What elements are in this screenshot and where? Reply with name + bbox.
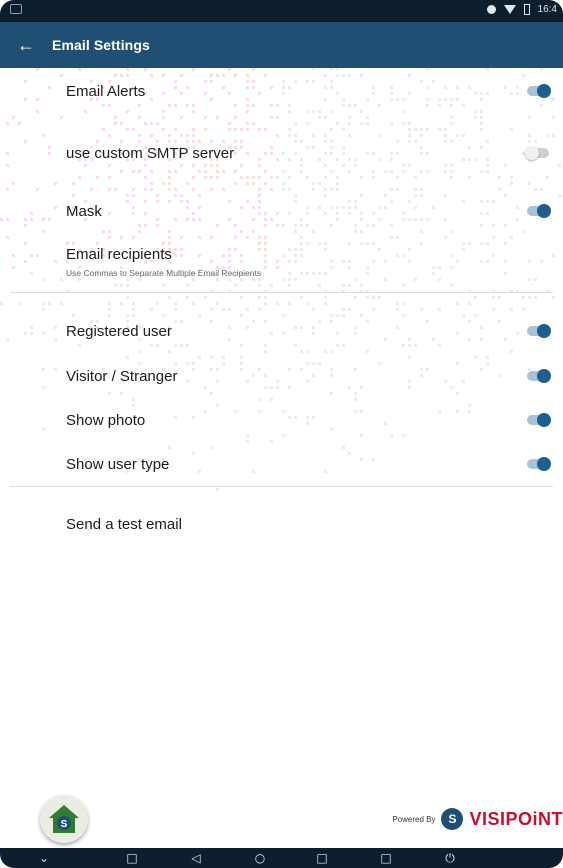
show-user-type-toggle[interactable] bbox=[527, 457, 551, 471]
brand-name: VISIPOiNT bbox=[469, 808, 563, 829]
setting-label: Visitor / Stranger bbox=[66, 367, 178, 385]
setting-visitor-stranger[interactable]: Visitor / Stranger bbox=[0, 357, 563, 395]
setting-label: Show user type bbox=[66, 455, 170, 473]
setting-label: Email Alerts bbox=[66, 82, 146, 100]
setting-label: Mask bbox=[66, 202, 102, 220]
setting-label: Send a test email bbox=[66, 515, 182, 533]
svg-text:S: S bbox=[61, 819, 68, 830]
settings-list: Email Alerts use custom SMTP server Mask… bbox=[0, 68, 563, 848]
recents-nav-icon[interactable]: □ bbox=[312, 850, 332, 866]
system-nav-bar: ⌄ □ ◁ ○ □ □ ⏻ bbox=[0, 848, 563, 868]
setting-email-recipients[interactable]: Email recipients Use Commas to Separate … bbox=[0, 242, 563, 286]
notification-icon bbox=[10, 4, 22, 14]
setting-label: Email recipients bbox=[66, 246, 172, 263]
powered-by-label: Powered By bbox=[392, 814, 436, 824]
setting-email-alerts[interactable]: Email Alerts bbox=[0, 72, 563, 110]
visitor-stranger-toggle[interactable] bbox=[527, 369, 551, 383]
send-test-email-button[interactable]: Send a test email bbox=[0, 505, 563, 543]
setting-hint: Use Commas to Separate Multiple Email Re… bbox=[66, 268, 262, 278]
home-nav-icon[interactable]: ○ bbox=[250, 850, 270, 866]
show-photo-toggle[interactable] bbox=[527, 413, 551, 427]
powered-by: Powered By S VISIPOiNT bbox=[392, 806, 563, 832]
status-time: 16:4 bbox=[537, 4, 557, 15]
arrow-left-icon: ← bbox=[17, 34, 35, 55]
setting-custom-smtp[interactable]: use custom SMTP server bbox=[0, 134, 563, 172]
setting-mask[interactable]: Mask bbox=[0, 192, 563, 230]
mask-toggle[interactable] bbox=[527, 204, 551, 218]
setting-label: use custom SMTP server bbox=[66, 144, 235, 162]
status-bar: 16:4 bbox=[0, 0, 563, 22]
setting-label: Show photo bbox=[66, 411, 146, 429]
setting-label: Registered user bbox=[66, 322, 172, 340]
volume-up-icon[interactable]: □ bbox=[376, 850, 396, 866]
custom-smtp-toggle[interactable] bbox=[525, 146, 549, 160]
battery-icon bbox=[523, 4, 530, 15]
brand-logo-icon: S bbox=[441, 808, 464, 830]
setting-show-user-type[interactable]: Show user type bbox=[0, 445, 563, 483]
home-button[interactable]: S bbox=[40, 795, 88, 843]
setting-registered-user[interactable]: Registered user bbox=[0, 312, 563, 350]
divider bbox=[10, 486, 553, 487]
email-alerts-toggle[interactable] bbox=[527, 84, 551, 98]
power-icon[interactable]: ⏻ bbox=[440, 850, 460, 866]
app-bar: ← Email Settings bbox=[0, 22, 563, 68]
app-screen: 16:4 ← Email Settings Email Alerts use c… bbox=[0, 0, 563, 868]
setting-show-photo[interactable]: Show photo bbox=[0, 401, 563, 439]
volume-down-icon[interactable]: □ bbox=[122, 850, 142, 866]
registered-user-toggle[interactable] bbox=[527, 324, 551, 338]
wifi-icon bbox=[503, 5, 516, 14]
hide-nav-icon[interactable]: ⌄ bbox=[34, 850, 54, 866]
page-title: Email Settings bbox=[52, 37, 150, 53]
home-icon: S bbox=[49, 805, 79, 833]
do-not-disturb-icon bbox=[486, 5, 496, 14]
divider bbox=[10, 292, 553, 293]
back-button[interactable]: ← bbox=[0, 22, 52, 68]
back-nav-icon[interactable]: ◁ bbox=[186, 850, 206, 866]
